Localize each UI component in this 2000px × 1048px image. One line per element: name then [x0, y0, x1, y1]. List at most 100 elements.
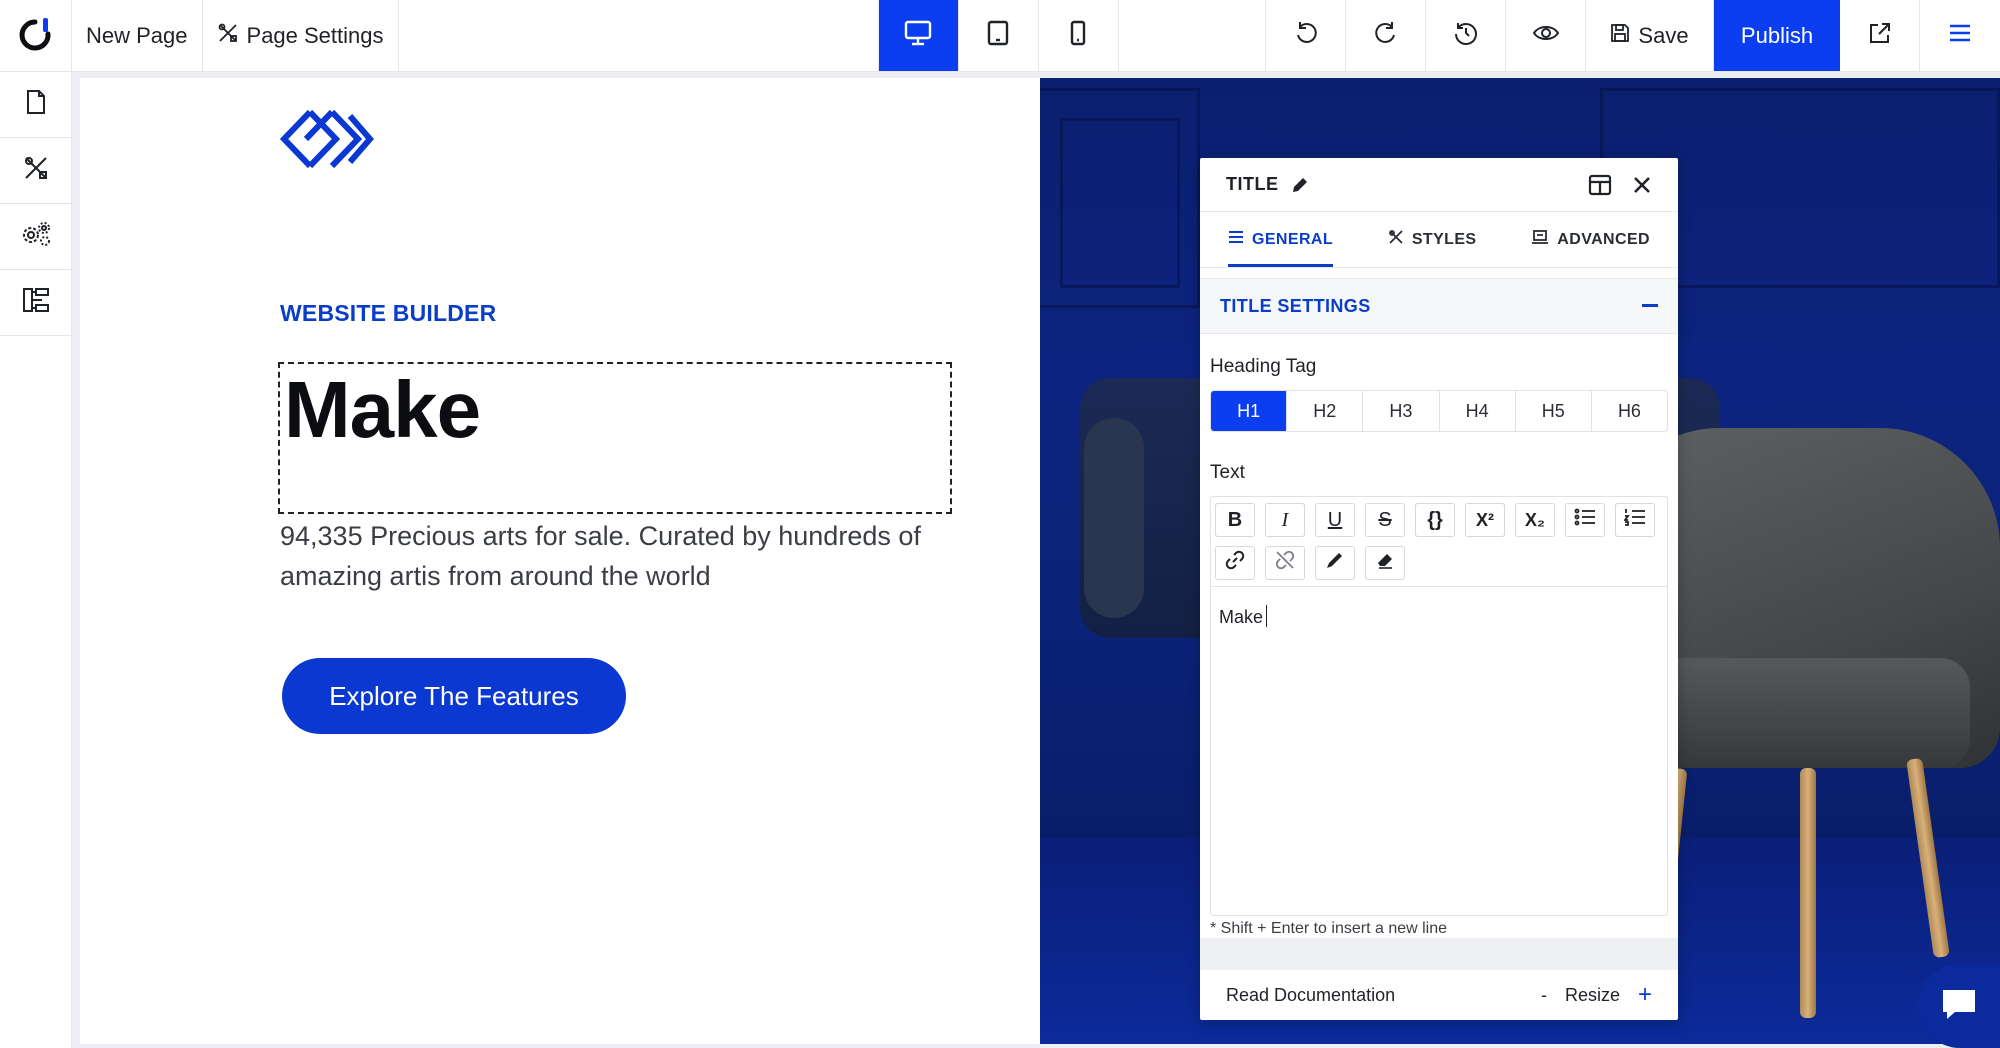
clear-format-button[interactable]	[1365, 546, 1405, 580]
new-line-hint: * Shift + Enter to insert a new line	[1210, 920, 1448, 936]
tab-advanced[interactable]: ADVANCED	[1523, 212, 1658, 267]
rail-pages-button[interactable]	[0, 72, 71, 138]
edit-pencil-icon[interactable]	[1291, 176, 1309, 194]
mobile-icon	[1069, 20, 1087, 51]
bold-icon: B	[1227, 508, 1243, 531]
insert-link-button[interactable]	[1215, 546, 1255, 580]
collapse-minus-icon[interactable]	[1642, 304, 1658, 308]
desktop-view-button[interactable]	[878, 0, 959, 71]
page-settings-label: Page Settings	[246, 22, 384, 48]
text-editor-area[interactable]: Make	[1211, 587, 1667, 915]
rich-text-editor: B I U S {} X² X₂ Make	[1210, 496, 1668, 916]
page-preview-left: WEBSITE BUILDER Make 94,335 Precious art…	[80, 78, 1040, 1044]
dock-panel-icon[interactable]	[1588, 174, 1612, 196]
explore-features-button[interactable]: Explore The Features	[282, 658, 626, 734]
panel-tabs: GENERAL STYLES ADVANCED	[1200, 212, 1678, 268]
chat-bubble-icon	[1939, 986, 1979, 1027]
tablet-view-button[interactable]	[959, 0, 1039, 71]
superscript-icon: X²	[1476, 509, 1494, 530]
brand-logo-icon[interactable]	[0, 0, 72, 71]
editor-canvas: WEBSITE BUILDER Make 94,335 Precious art…	[72, 72, 2000, 1048]
read-documentation-link[interactable]: Read Documentation	[1226, 985, 1395, 1006]
section-title: TITLE SETTINGS	[1220, 295, 1371, 316]
resize-plus-button[interactable]: +	[1638, 981, 1652, 1009]
mobile-view-button[interactable]	[1039, 0, 1119, 71]
numbered-list-icon	[1623, 508, 1646, 532]
bullet-list-button[interactable]	[1565, 503, 1605, 537]
history-actions: Save Publish	[1265, 0, 2000, 71]
eyebrow-text[interactable]: WEBSITE BUILDER	[280, 300, 496, 327]
page-settings-button[interactable]: Page Settings	[203, 0, 399, 71]
menu-button[interactable]	[1920, 0, 2000, 71]
tag-h4-button[interactable]: H4	[1440, 391, 1516, 431]
code-braces-icon: {}	[1427, 508, 1443, 531]
undo-button[interactable]	[1266, 0, 1346, 71]
italic-button[interactable]: I	[1265, 503, 1305, 537]
design-tools-icon	[1388, 229, 1404, 250]
italic-icon: I	[1281, 508, 1289, 531]
design-tools-icon	[22, 154, 50, 187]
tag-h5-button[interactable]: H5	[1516, 391, 1592, 431]
underline-button[interactable]: U	[1315, 503, 1355, 537]
resize-label: Resize	[1564, 984, 1620, 1005]
panel-footer: Read Documentation - Resize +	[1200, 970, 1678, 1020]
tab-general[interactable]: GENERAL	[1220, 212, 1341, 267]
page-icon	[25, 89, 47, 120]
rail-navigator-button[interactable]	[0, 270, 71, 336]
hamburger-menu-icon	[1949, 24, 1971, 47]
tag-h1-button[interactable]: H1	[1211, 391, 1288, 431]
unlink-icon	[1275, 550, 1295, 576]
tab-general-label: GENERAL	[1252, 230, 1334, 248]
selected-title-element[interactable]: Make	[278, 362, 952, 514]
site-logo-icon[interactable]	[279, 108, 374, 175]
code-button[interactable]: {}	[1415, 503, 1455, 537]
desktop-icon	[904, 20, 932, 51]
tag-h6-button[interactable]: H6	[1592, 391, 1667, 431]
save-button[interactable]: Save	[1586, 0, 1714, 71]
subscript-button[interactable]: X₂	[1515, 503, 1555, 537]
heading-tag-label: Heading Tag	[1210, 356, 1317, 377]
editor-text: Make	[1219, 607, 1264, 627]
tablet-icon	[987, 20, 1009, 51]
hero-subtext[interactable]: 94,335 Precious arts for sale. Curated b…	[280, 516, 960, 596]
page-name-label: New Page	[86, 22, 188, 48]
close-icon[interactable]	[1632, 175, 1652, 195]
tab-styles[interactable]: STYLES	[1380, 212, 1485, 267]
redo-button[interactable]	[1346, 0, 1426, 71]
save-icon	[1610, 23, 1630, 49]
heading-tag-selector: H1 H2 H3 H4 H5 H6	[1210, 390, 1668, 432]
open-external-button[interactable]	[1840, 0, 1920, 71]
resize-control: - Resize +	[1541, 981, 1652, 1009]
rail-settings-button[interactable]	[0, 204, 71, 270]
bullet-list-icon	[1574, 508, 1596, 532]
preview-button[interactable]	[1506, 0, 1586, 71]
rail-design-button[interactable]	[0, 138, 71, 204]
panel-title: TITLE	[1226, 174, 1279, 194]
tools-icon	[217, 22, 239, 50]
text-color-button[interactable]	[1315, 546, 1355, 580]
title-settings-section[interactable]: TITLE SETTINGS	[1200, 278, 1678, 334]
tab-advanced-label: ADVANCED	[1557, 230, 1650, 248]
superscript-button[interactable]: X²	[1465, 503, 1505, 537]
strikethrough-button[interactable]: S	[1365, 503, 1405, 537]
resize-minus-button[interactable]: -	[1541, 985, 1547, 1006]
settings-gears-icon	[20, 220, 52, 253]
history-button[interactable]	[1426, 0, 1506, 71]
tag-h2-button[interactable]: H2	[1287, 391, 1364, 431]
tag-h3-button[interactable]: H3	[1363, 391, 1440, 431]
hero-title[interactable]: Make	[284, 364, 481, 456]
page-name-button[interactable]: New Page	[72, 0, 203, 71]
redo-icon	[1373, 21, 1399, 50]
text-label: Text	[1210, 462, 1245, 483]
numbered-list-button[interactable]	[1615, 503, 1655, 537]
wall-panel	[1060, 118, 1180, 288]
subscript-icon: X₂	[1524, 509, 1545, 530]
chat-support-button[interactable]	[1918, 964, 2000, 1048]
publish-button[interactable]: Publish	[1714, 0, 1840, 71]
remove-link-button[interactable]	[1265, 546, 1305, 580]
sofa-arm	[1084, 418, 1144, 618]
preview-eye-icon	[1532, 23, 1560, 48]
left-rail	[0, 72, 72, 1048]
bold-button[interactable]: B	[1215, 503, 1255, 537]
underline-icon: U	[1327, 508, 1343, 531]
